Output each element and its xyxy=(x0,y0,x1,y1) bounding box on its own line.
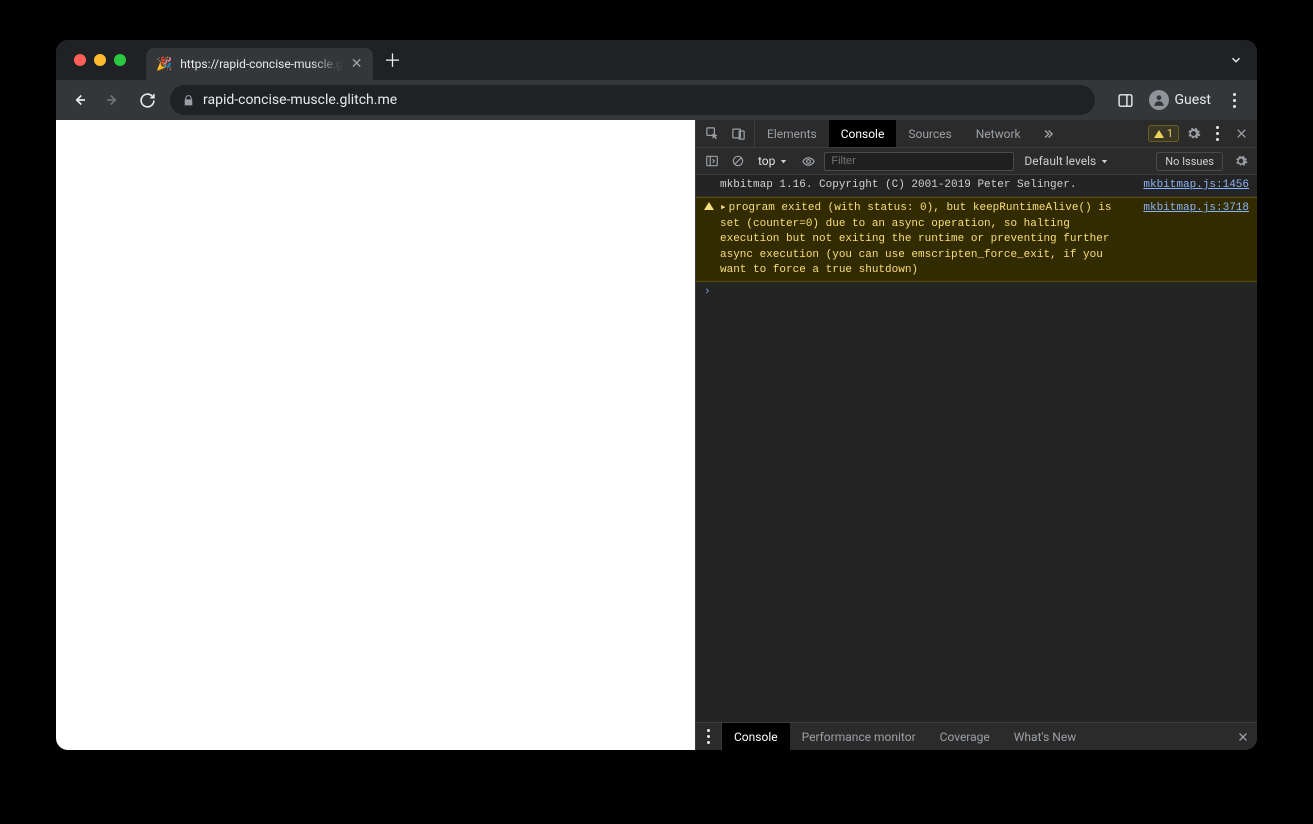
maximize-window-button[interactable] xyxy=(114,54,126,66)
tab-strip: 🎉 https://rapid-concise-muscle.g ✕ ＋ xyxy=(56,40,1257,80)
url-text: rapid-concise-muscle.glitch.me xyxy=(203,92,397,108)
browser-tab[interactable]: 🎉 https://rapid-concise-muscle.g ✕ xyxy=(146,48,373,80)
tabs-more-icon[interactable] xyxy=(1033,120,1063,147)
tab-favicon-icon: 🎉 xyxy=(156,57,172,72)
expand-caret-icon[interactable]: ▸ xyxy=(720,202,727,214)
address-bar[interactable]: rapid-concise-muscle.glitch.me xyxy=(170,85,1095,115)
log-message: mkbitmap 1.16. Copyright (C) 2001-2019 P… xyxy=(720,178,1131,193)
warning-count: 1 xyxy=(1167,127,1173,140)
warning-icon xyxy=(1154,130,1164,138)
issues-label: No Issues xyxy=(1165,155,1214,168)
browser-menu-button[interactable] xyxy=(1219,85,1249,115)
execution-context-selector[interactable]: top xyxy=(754,154,792,168)
levels-label: Default levels xyxy=(1024,154,1096,168)
reload-button[interactable] xyxy=(132,85,162,115)
tab-title: https://rapid-concise-muscle.g xyxy=(180,57,343,71)
console-filter-input[interactable] xyxy=(824,152,1014,171)
profile-label: Guest xyxy=(1175,92,1211,108)
tab-elements[interactable]: Elements xyxy=(755,120,829,147)
devtools-menu-icon[interactable] xyxy=(1207,124,1227,144)
side-panel-icon[interactable] xyxy=(1111,85,1141,115)
minimize-window-button[interactable] xyxy=(94,54,106,66)
page-viewport[interactable] xyxy=(56,120,695,750)
toggle-sidebar-icon[interactable] xyxy=(702,151,722,171)
devtools-drawer: Console Performance monitor Coverage Wha… xyxy=(696,722,1257,750)
drawer-tab-whats-new[interactable]: What's New xyxy=(1002,723,1088,750)
lock-icon xyxy=(182,94,195,107)
drawer-tab-coverage[interactable]: Coverage xyxy=(928,723,1002,750)
close-tab-icon[interactable]: ✕ xyxy=(351,56,363,72)
tabs-overflow-icon[interactable] xyxy=(1229,40,1243,80)
console-prompt[interactable]: › xyxy=(696,282,1257,302)
devtools-tabbar: Elements Console Sources Network 1 xyxy=(696,120,1257,148)
avatar-icon xyxy=(1149,90,1169,110)
window-controls xyxy=(64,54,136,66)
warnings-badge[interactable]: 1 xyxy=(1148,125,1179,142)
log-levels-selector[interactable]: Default levels xyxy=(1024,154,1109,168)
drawer-close-icon[interactable] xyxy=(1229,723,1257,750)
profile-button[interactable]: Guest xyxy=(1149,90,1211,110)
close-window-button[interactable] xyxy=(74,54,86,66)
content-area: Elements Console Sources Network 1 xyxy=(56,120,1257,750)
console-log-row: mkbitmap 1.16. Copyright (C) 2001-2019 P… xyxy=(696,175,1257,197)
issues-button[interactable]: No Issues xyxy=(1156,152,1223,171)
console-settings-icon[interactable] xyxy=(1231,151,1251,171)
toolbar-right: Guest xyxy=(1111,85,1249,115)
live-expression-icon[interactable] xyxy=(798,151,818,171)
tab-network[interactable]: Network xyxy=(964,120,1033,147)
drawer-menu-icon[interactable] xyxy=(696,723,722,750)
drawer-tab-console[interactable]: Console xyxy=(722,723,790,750)
console-warning-row: ▸program exited (with status: 0), but ke… xyxy=(696,197,1257,282)
back-button[interactable] xyxy=(64,85,94,115)
drawer-tab-performance-monitor[interactable]: Performance monitor xyxy=(790,723,928,750)
console-toolbar: top Default levels No Issues xyxy=(696,148,1257,175)
browser-window: 🎉 https://rapid-concise-muscle.g ✕ ＋ xyxy=(56,40,1257,750)
forward-button[interactable] xyxy=(98,85,128,115)
warning-message: ▸program exited (with status: 0), but ke… xyxy=(720,201,1131,278)
console-output[interactable]: mkbitmap 1.16. Copyright (C) 2001-2019 P… xyxy=(696,175,1257,722)
context-label: top xyxy=(758,154,775,168)
device-toolbar-icon[interactable] xyxy=(728,124,748,144)
warning-source-link[interactable]: mkbitmap.js:3718 xyxy=(1135,201,1249,278)
clear-console-icon[interactable] xyxy=(728,151,748,171)
prompt-caret-icon: › xyxy=(704,286,711,298)
new-tab-button[interactable]: ＋ xyxy=(379,46,407,74)
toolbar: rapid-concise-muscle.glitch.me Guest xyxy=(56,80,1257,120)
devtools-panel: Elements Console Sources Network 1 xyxy=(695,120,1257,750)
tab-sources[interactable]: Sources xyxy=(896,120,963,147)
warning-icon xyxy=(704,202,714,210)
tab-console[interactable]: Console xyxy=(829,120,897,147)
inspect-element-icon[interactable] xyxy=(702,124,722,144)
devtools-settings-icon[interactable] xyxy=(1183,124,1203,144)
log-source-link[interactable]: mkbitmap.js:1456 xyxy=(1135,178,1249,193)
devtools-close-icon[interactable] xyxy=(1231,124,1251,144)
